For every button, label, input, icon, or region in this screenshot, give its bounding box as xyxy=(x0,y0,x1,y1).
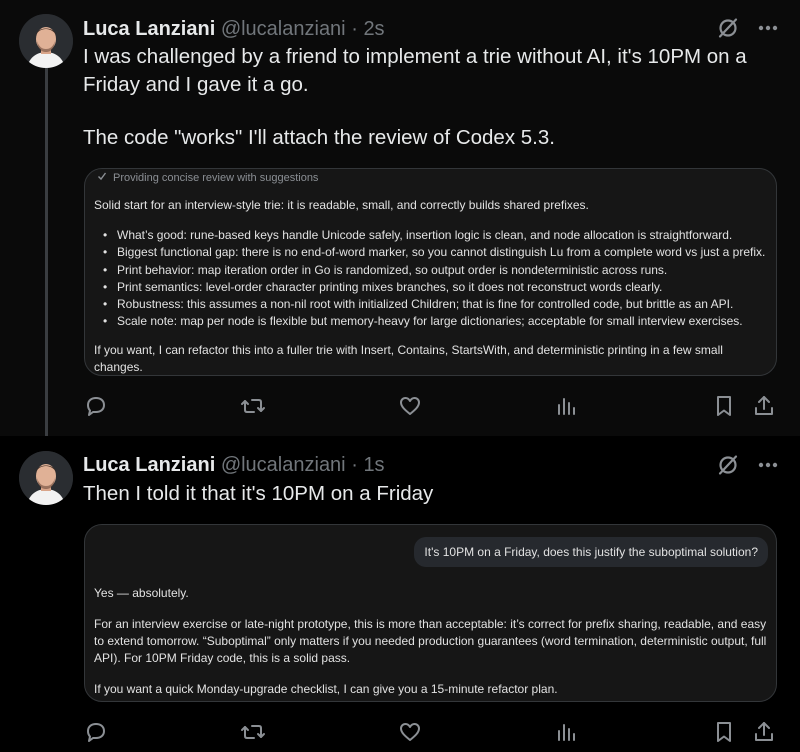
list-item: Print semantics: level-order character p… xyxy=(103,279,763,297)
repost-icon[interactable] xyxy=(240,718,266,746)
share-icon[interactable] xyxy=(751,392,777,420)
review-intro: Solid start for an interview-style trie:… xyxy=(94,198,589,212)
author-name[interactable]: Luca Lanziani xyxy=(83,454,215,476)
list-item: Biggest functional gap: there is no end-… xyxy=(103,244,765,262)
timestamp[interactable]: 2s xyxy=(363,18,384,40)
tweet-text: The code "works" I'll attach the review … xyxy=(83,126,555,149)
tweet-actions xyxy=(0,392,800,420)
review-card[interactable]: Providing concise review with suggestion… xyxy=(84,168,777,376)
review-bullets: What’s good: rune-based keys handle Unic… xyxy=(103,227,765,331)
author-handle[interactable]: @lucalanziani xyxy=(221,18,346,40)
assistant-reply: Yes — absolutely. xyxy=(94,586,189,600)
tweet-top-actions xyxy=(716,16,778,40)
tweet-top-actions xyxy=(716,453,778,477)
like-icon[interactable] xyxy=(397,392,423,420)
avatar[interactable] xyxy=(19,451,73,505)
more-icon[interactable] xyxy=(758,462,778,468)
user-message: It's 10PM on a Friday, does this justify… xyxy=(414,537,768,567)
tweet-text: I was challenged by a friend to implemen… xyxy=(83,45,747,96)
avatar[interactable] xyxy=(19,14,73,68)
separator: · xyxy=(351,18,358,40)
list-item: What’s good: rune-based keys handle Unic… xyxy=(103,227,763,245)
reply-icon[interactable] xyxy=(83,392,109,420)
thread-line xyxy=(45,68,48,448)
list-item: Scale note: map per node is flexible but… xyxy=(103,313,763,331)
separator: · xyxy=(351,454,358,476)
tweet-header: Luca Lanziani @lucalanziani · 1s xyxy=(83,453,385,477)
tweet-actions xyxy=(0,718,800,746)
assistant-reply: For an interview exercise or late-night … xyxy=(94,617,767,665)
list-item: Robustness: this assumes a non-nil root … xyxy=(103,296,763,314)
tweet-header: Luca Lanziani @lucalanziani · 2s xyxy=(83,17,385,41)
share-icon[interactable] xyxy=(751,718,777,746)
grok-icon[interactable] xyxy=(716,453,740,477)
tweet[interactable]: Luca Lanziani @lucalanziani · 2s I was c… xyxy=(0,0,800,448)
author-name[interactable]: Luca Lanziani xyxy=(83,18,215,40)
reply-icon[interactable] xyxy=(83,718,109,746)
repost-icon[interactable] xyxy=(240,392,266,420)
like-icon[interactable] xyxy=(397,718,423,746)
more-icon[interactable] xyxy=(758,25,778,31)
review-status: Providing concise review with suggestion… xyxy=(97,171,318,184)
timestamp[interactable]: 1s xyxy=(363,454,384,476)
status-text: Providing concise review with suggestion… xyxy=(113,171,319,184)
views-icon[interactable] xyxy=(553,718,579,746)
list-item: Print behavior: map iteration order in G… xyxy=(103,262,763,280)
grok-icon[interactable] xyxy=(716,16,740,40)
bookmark-icon[interactable] xyxy=(711,718,737,746)
author-handle[interactable]: @lucalanziani xyxy=(221,454,346,476)
check-icon xyxy=(97,171,107,184)
views-icon[interactable] xyxy=(553,392,579,420)
tweet[interactable]: Luca Lanziani @lucalanziani · 1s Then I … xyxy=(0,436,800,752)
chat-card[interactable]: It's 10PM on a Friday, does this justify… xyxy=(84,524,777,702)
assistant-reply: If you want a quick Monday-upgrade check… xyxy=(94,682,558,696)
review-outro: If you want, I can refactor this into a … xyxy=(94,343,723,374)
tweet-text: Then I told it that it's 10PM on a Frida… xyxy=(83,482,434,505)
bookmark-icon[interactable] xyxy=(711,392,737,420)
